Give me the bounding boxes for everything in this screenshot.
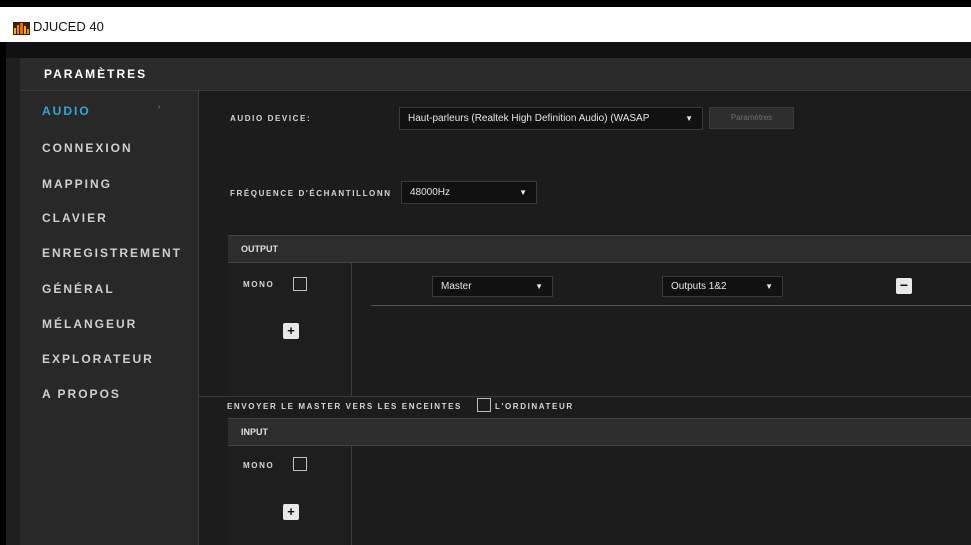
input-section-header	[228, 418, 971, 446]
output-row-separator	[371, 305, 971, 306]
sample-rate-value: 48000Hz	[410, 187, 451, 198]
output-source-value: Master	[441, 281, 472, 292]
chevron-down-icon: ▼	[535, 282, 543, 291]
active-arrow-icon: ›	[158, 104, 161, 111]
sidebar-item-a-propos[interactable]: A PROPOS	[42, 387, 121, 401]
sidebar-item-connexion[interactable]: CONNEXION	[42, 141, 133, 155]
chevron-down-icon: ▼	[519, 188, 527, 197]
window-title-strip	[0, 7, 971, 43]
window-top-gap	[6, 42, 971, 58]
chevron-down-icon: ▼	[685, 114, 693, 123]
sample-rate-label: FRÉQUENCE D'ÉCHANTILLONN	[230, 189, 392, 198]
sidebar-item-enregistrement[interactable]: ENREGISTREMENT	[42, 246, 182, 260]
app-logo-icon	[13, 22, 30, 35]
audio-device-select[interactable]: Haut-parleurs (Realtek High Definition A…	[399, 107, 703, 130]
output-destination-select[interactable]: Outputs 1&2 ▼	[662, 276, 783, 297]
output-mono-checkbox[interactable]	[293, 277, 307, 291]
output-remove-button[interactable]: −	[896, 278, 912, 294]
window-title: DJUCED 40	[33, 19, 104, 34]
send-master-checkbox[interactable]	[477, 398, 491, 412]
input-section-title: INPUT	[241, 427, 268, 437]
output-section-divider	[199, 396, 971, 397]
sidebar-item-mapping[interactable]: MAPPING	[42, 177, 112, 191]
parameters-button[interactable]: Paramètres	[709, 107, 794, 129]
output-section-header	[228, 235, 971, 263]
output-add-button[interactable]: +	[283, 323, 299, 339]
chevron-down-icon: ▼	[765, 282, 773, 291]
input-mono-checkbox[interactable]	[293, 457, 307, 471]
output-source-select[interactable]: Master ▼	[432, 276, 553, 297]
sidebar-item-audio[interactable]: AUDIO	[42, 104, 91, 118]
sidebar-item-melangeur[interactable]: MÉLANGEUR	[42, 317, 137, 331]
output-section-title: OUTPUT	[241, 244, 278, 254]
settings-header	[20, 58, 971, 91]
input-add-button[interactable]: +	[283, 504, 299, 520]
page-title: PARAMÈTRES	[44, 67, 148, 81]
audio-device-value: Haut-parleurs (Realtek High Definition A…	[408, 113, 650, 124]
sample-rate-select[interactable]: 48000Hz ▼	[401, 181, 537, 204]
send-master-label: ENVOYER LE MASTER VERS LES ENCEINTES	[227, 402, 462, 411]
output-destination-value: Outputs 1&2	[671, 281, 727, 292]
sidebar-item-general[interactable]: GÉNÉRAL	[42, 282, 115, 296]
sidebar-item-clavier[interactable]: CLAVIER	[42, 211, 108, 225]
input-mono-label: MONO	[243, 461, 275, 470]
send-master-label-end: L'ORDINATEUR	[495, 402, 574, 411]
sidebar-item-explorateur[interactable]: EXPLORATEUR	[42, 352, 154, 366]
output-mono-label: MONO	[243, 280, 275, 289]
audio-device-label: AUDIO DEVICE:	[230, 114, 312, 123]
